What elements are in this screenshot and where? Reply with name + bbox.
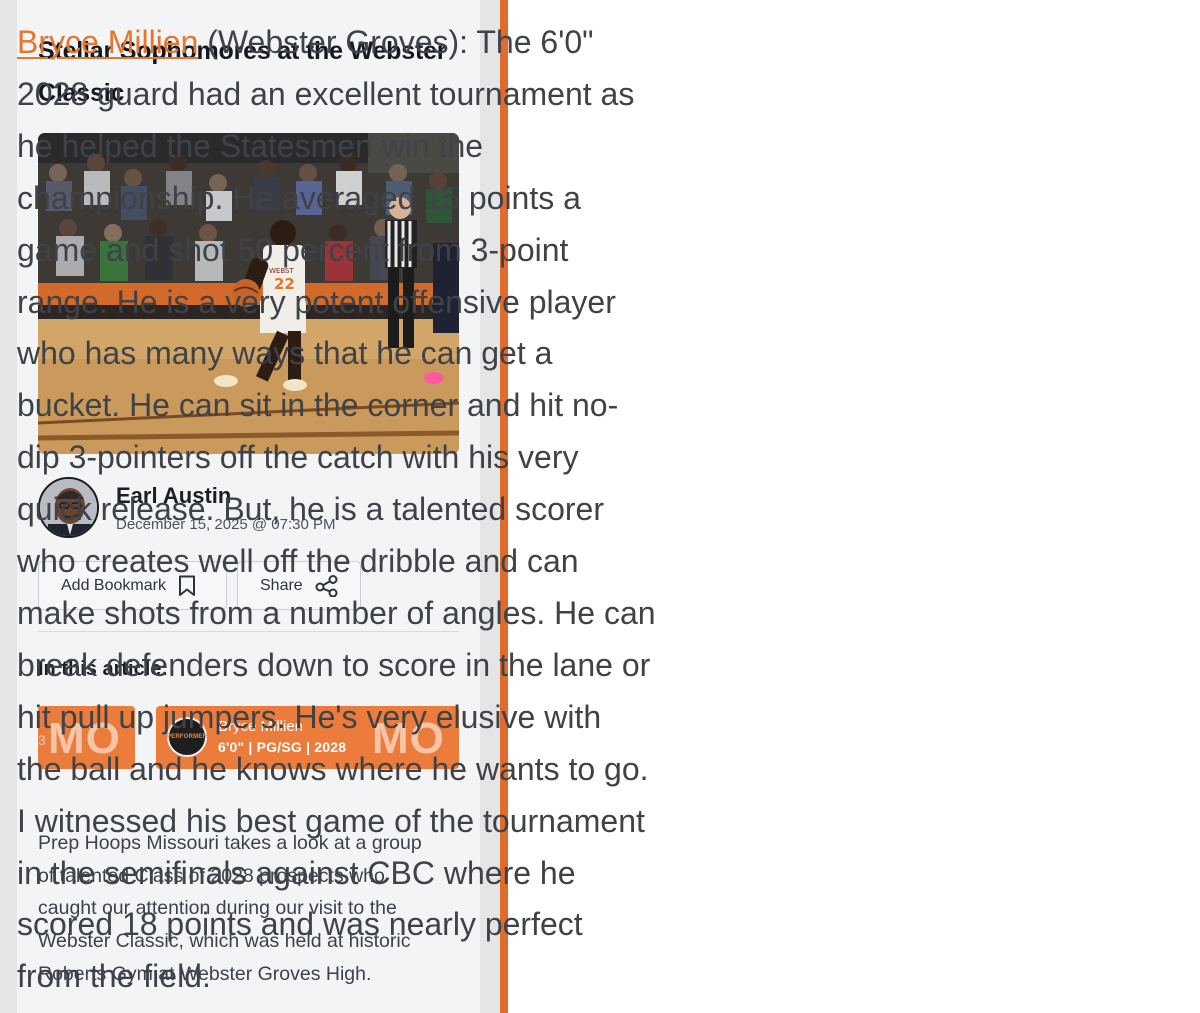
- profile-line: bucket. He can sit in the corner and hit…: [17, 387, 619, 424]
- profile-first-line-rest: (Webster Groves): The 6'0": [198, 24, 594, 60]
- player-name-link[interactable]: Bryce Millien: [17, 24, 198, 60]
- profile-line: range. He is a very potent offensive pla…: [17, 283, 616, 320]
- profile-line: hit pull up jumpers. He's very elusive w…: [17, 698, 602, 735]
- profile-line: game and shot 50 percent from 3-point: [17, 231, 569, 268]
- profile-line: the ball and he knows where he wants to …: [17, 750, 649, 787]
- profile-line: in the semifinals against CBC where he: [17, 854, 576, 891]
- profile-line: he helped the Statesmen win the: [17, 127, 484, 164]
- profile-first-line: Bryce Millien (Webster Groves): The 6'0": [17, 17, 692, 69]
- profile-line: who creates well off the dribble and can: [17, 543, 579, 580]
- profile-line: who has many ways that he can get a: [17, 335, 553, 372]
- profile-line: from the field.: [17, 958, 211, 995]
- player-profile-text: Bryce Millien (Webster Groves): The 6'0"…: [17, 17, 692, 1003]
- profile-line: championship. He averaged 15 points a: [17, 179, 581, 216]
- profile-line: I witnessed his best game of the tournam…: [17, 802, 645, 839]
- profile-line: break defenders down to score in the lan…: [17, 646, 651, 683]
- profile-line: make shots from a number of angles. He c…: [17, 594, 656, 631]
- profile-line: 2028 guard had an excellent tournament a…: [17, 75, 635, 112]
- profile-line: scored 18 points and was nearly perfect: [17, 906, 583, 943]
- profile-line: dip 3-pointers off the catch with his ve…: [17, 439, 579, 476]
- profile-line: quick release. But, he is a talented sco…: [17, 491, 604, 528]
